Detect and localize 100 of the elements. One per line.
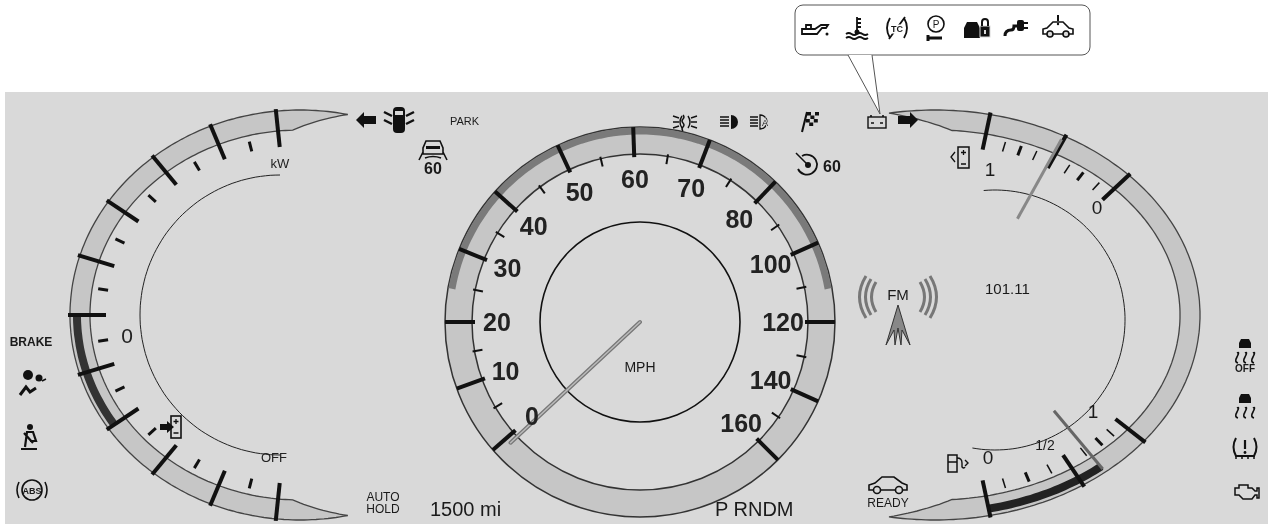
speed-label: 0 (525, 401, 540, 430)
gauge-tick (789, 240, 819, 257)
speed-label: 20 (483, 308, 511, 336)
gauge-tick (273, 108, 282, 148)
park-label: PARK (450, 115, 480, 127)
skidding-car-icon (1234, 339, 1256, 364)
tire-pressure-icon (1232, 437, 1258, 460)
gauge-tick (599, 155, 604, 168)
gauge-tick (1031, 150, 1038, 161)
brake-label: BRAKE (9, 335, 53, 349)
fuel-pump-icon (947, 454, 969, 473)
gauge-tick (770, 223, 781, 232)
battery-charging-icon (160, 415, 182, 439)
seatbelt-icon (19, 424, 39, 451)
fuel-gauge-label: 1 (1087, 401, 1099, 422)
car-icon (868, 476, 908, 495)
speed-label: 70 (677, 174, 706, 203)
speedometer-icon (795, 152, 818, 176)
gauge-tick (114, 237, 126, 245)
gauge-tick (1046, 463, 1053, 475)
gauge-tick (753, 180, 777, 205)
gauge-tick (105, 198, 140, 224)
car-warning-icon (1042, 14, 1074, 38)
off-label: OFF (1235, 363, 1255, 374)
gauge-tick (755, 437, 780, 462)
gauge-tick (445, 320, 475, 324)
speed-label: 50 (565, 178, 594, 207)
gauge-tick (980, 479, 993, 518)
gauge-tick (193, 161, 201, 172)
gauge-tick (805, 320, 835, 324)
gauge-tick (150, 154, 178, 187)
gauge-tick (150, 443, 178, 476)
battery-icon (867, 114, 887, 129)
car-doors-icon (382, 107, 416, 133)
gear-selector: P RNDM (715, 498, 794, 520)
left-arrow-icon (356, 112, 376, 128)
gauge-tick (980, 112, 993, 151)
power-gauge-label: OFF (261, 450, 287, 465)
speed-label: 30 (493, 254, 522, 283)
gauge-tick (97, 338, 109, 343)
radio-frequency: 101.11 (985, 280, 1030, 297)
speed-limit: 60 (823, 158, 841, 175)
power-gauge-label: 0 (121, 324, 133, 347)
energy-gauge-label: 1 (984, 159, 996, 180)
gauge-tick (789, 387, 819, 404)
skidding-car-icon (1234, 394, 1256, 419)
car-padlock-icon (964, 18, 991, 38)
gauge-tick (456, 376, 486, 391)
gauge-tick (1001, 477, 1007, 489)
gauge-tick (1016, 145, 1023, 156)
gauge-tick (458, 247, 488, 263)
gauge-tick (697, 139, 712, 169)
auto-hold-label: AUTO HOLD (366, 490, 400, 516)
gauge-tick (555, 144, 573, 174)
gauge-tick (147, 426, 157, 436)
gauge-tick (770, 411, 782, 420)
gauge-tick (208, 470, 227, 507)
gauge-tick (1001, 141, 1007, 153)
speed-label: 60 (621, 165, 649, 194)
checkered-flag-icon (801, 111, 819, 133)
energy-gauge-label: 0 (1091, 197, 1103, 218)
fuel-gauge-label: 1/2 (1035, 437, 1055, 453)
fog-lamp-icon (672, 114, 698, 132)
gauge-tick (724, 177, 733, 189)
cruise-speed: 60 (424, 160, 442, 177)
gauge-tick (494, 230, 506, 239)
gauge-tick (471, 348, 484, 353)
oil-can-icon (801, 24, 830, 36)
gauge-tick (273, 482, 282, 522)
speed-label: 40 (519, 212, 548, 241)
speed-label: 80 (725, 205, 754, 234)
speed-label: 140 (749, 366, 792, 395)
gauge-tick (492, 402, 504, 410)
gauge-tick (1094, 436, 1104, 447)
gauge-tick (537, 184, 546, 195)
gauge-tick (665, 153, 670, 166)
gauge-tick (114, 385, 126, 393)
gauge-tick (491, 428, 517, 452)
gauge-tick (68, 313, 106, 317)
gauge-tick (97, 287, 109, 292)
speed-unit: MPH (624, 359, 656, 375)
battery-level-icon (950, 146, 970, 169)
gauge-tick (77, 361, 115, 377)
right-arrow-icon (898, 112, 918, 128)
gauge-tick (77, 253, 115, 269)
plug-icon (1003, 20, 1029, 37)
gauge-tick (1023, 471, 1031, 483)
speed-label: 160 (720, 409, 762, 438)
gauge-tick (472, 288, 484, 293)
gauge-tick (795, 354, 808, 359)
car-front-icon (418, 140, 448, 161)
leader-line (847, 54, 881, 115)
ready-label: READY (867, 496, 909, 510)
gauge-tick (208, 123, 227, 160)
speed-label: 10 (491, 356, 520, 385)
gauge-tick (247, 141, 254, 152)
gauge-tick (631, 127, 637, 158)
airbag-icon (18, 370, 47, 396)
fuel-gauge-label: 0 (982, 447, 994, 468)
speed-label: 100 (749, 249, 792, 278)
